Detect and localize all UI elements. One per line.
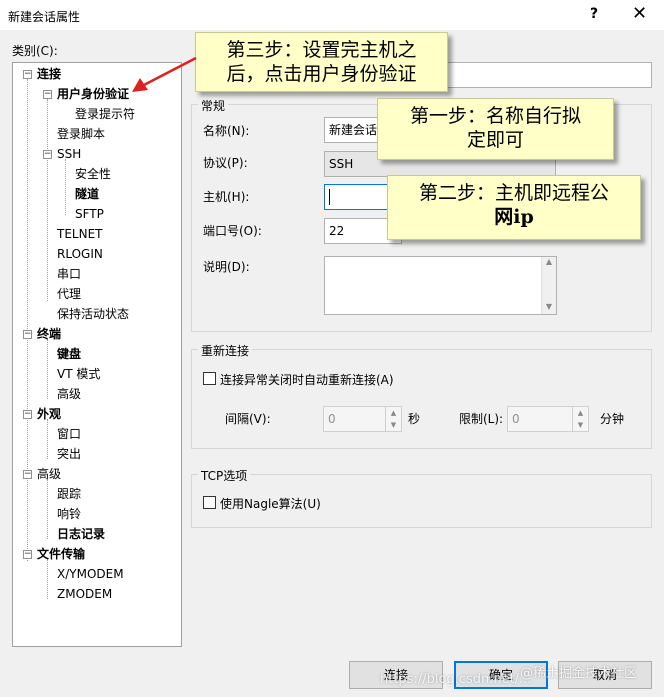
watermark-right: @稀土掘金技术社区 xyxy=(520,666,638,681)
tree-item-sftp[interactable]: SFTP xyxy=(75,205,104,223)
tree-item-file-transfer[interactable]: 文件传输 xyxy=(37,545,85,563)
step2-line1: 第二步：主机即远程公 xyxy=(418,182,609,204)
interval-label: 间隔(V): xyxy=(225,412,271,426)
tree-item-rlogin[interactable]: RLOGIN xyxy=(57,245,103,263)
collapse-icon[interactable]: − xyxy=(23,330,32,339)
tree-item-serial[interactable]: 串口 xyxy=(57,265,81,283)
tree-item-xymodem[interactable]: X/YMODEM xyxy=(57,565,124,583)
category-tree[interactable]: − 连接 − 用户身份验证 登录提示符 登录脚本 − SSH 安全性 隧道 SF… xyxy=(12,62,182,647)
tree-item-highlight[interactable]: 突出 xyxy=(57,445,81,463)
collapse-icon[interactable]: − xyxy=(43,150,52,159)
collapse-icon[interactable]: − xyxy=(23,550,32,559)
limit-label: 限制(L): xyxy=(459,412,504,426)
collapse-icon[interactable]: − xyxy=(23,410,32,419)
help-button[interactable]: ? xyxy=(590,6,598,22)
tree-item-window[interactable]: 窗口 xyxy=(57,425,81,443)
nagle-checkbox[interactable] xyxy=(203,496,216,509)
limit-unit: 分钟 xyxy=(600,412,625,426)
tree-item-bell[interactable]: 响铃 xyxy=(57,505,81,523)
tree-item-advanced-root[interactable]: 高级 xyxy=(37,465,61,483)
tree-item-login-prompt[interactable]: 登录提示符 xyxy=(75,105,135,123)
step3-callout: 第三步：设置完主机之 后，点击用户身份验证 xyxy=(195,32,448,92)
reconnect-group xyxy=(191,349,652,449)
name-label: 名称(N): xyxy=(203,124,250,138)
tree-item-logging[interactable]: 日志记录 xyxy=(57,525,105,543)
step2-line2: 网ip xyxy=(494,206,534,228)
tree-item-keepalive[interactable]: 保持活动状态 xyxy=(57,305,129,323)
description-scrollbar[interactable]: ▲ ▼ xyxy=(541,257,556,314)
description-label: 说明(D): xyxy=(203,260,250,274)
title-bar: 新建会话属性 ? ✕ xyxy=(0,0,664,30)
port-label: 端口号(O): xyxy=(203,224,262,238)
reconnect-group-title: 重新连接 xyxy=(198,342,253,359)
window-title: 新建会话属性 xyxy=(8,10,81,24)
close-button[interactable]: ✕ xyxy=(632,3,647,24)
tree-item-proxy[interactable]: 代理 xyxy=(57,285,81,303)
interval-unit: 秒 xyxy=(408,412,421,426)
red-arrow-icon xyxy=(132,56,197,92)
tree-item-advanced[interactable]: 高级 xyxy=(57,385,81,403)
host-label: 主机(H): xyxy=(203,190,250,204)
nagle-label: 使用Nagle算法(U) xyxy=(220,497,321,511)
limit-spinner[interactable]: ▲ ▼ xyxy=(572,407,588,431)
interval-spinner[interactable]: ▲ ▼ xyxy=(385,407,401,431)
tree-item-telnet[interactable]: TELNET xyxy=(57,225,103,243)
tree-item-login-script[interactable]: 登录脚本 xyxy=(57,125,105,143)
collapse-icon[interactable]: − xyxy=(23,470,32,479)
watermark-left: https://blog.csdn.net/... xyxy=(380,672,532,687)
tree-item-zmodem[interactable]: ZMODEM xyxy=(57,585,112,603)
tree-item-user-auth[interactable]: 用户身份验证 xyxy=(57,85,129,103)
step1-line1: 第一步：名称自行拟 xyxy=(409,105,581,127)
tree-item-security[interactable]: 安全性 xyxy=(75,165,111,183)
collapse-icon[interactable]: − xyxy=(23,70,32,79)
step3-line1: 第三步：设置完主机之 xyxy=(226,39,417,61)
auto-reconnect-checkbox[interactable] xyxy=(203,372,216,385)
step2-callout: 第二步：主机即远程公 网ip xyxy=(387,175,641,240)
tree-item-terminal[interactable]: 终端 xyxy=(37,325,61,343)
collapse-icon[interactable]: − xyxy=(43,90,52,99)
auto-reconnect-label: 连接异常关闭时自动重新连接(A) xyxy=(220,373,394,387)
step1-callout: 第一步：名称自行拟 定即可 xyxy=(377,98,614,160)
tree-item-tunnel[interactable]: 隧道 xyxy=(75,185,99,203)
tree-item-vt-mode[interactable]: VT 模式 xyxy=(57,365,100,383)
general-group-title: 常规 xyxy=(198,97,229,114)
tree-item-keyboard[interactable]: 键盘 xyxy=(57,345,81,363)
step1-line2: 定即可 xyxy=(466,129,524,151)
tcp-group-title: TCP选项 xyxy=(198,467,251,484)
tree-item-ssh[interactable]: SSH xyxy=(57,145,81,163)
category-label: 类别(C): xyxy=(12,44,58,58)
tree-item-connection[interactable]: 连接 xyxy=(37,65,61,83)
step3-line2: 后，点击用户身份验证 xyxy=(226,63,417,85)
description-textarea[interactable]: ▲ ▼ xyxy=(324,256,557,315)
tree-item-appearance[interactable]: 外观 xyxy=(37,405,61,423)
tree-item-trace[interactable]: 跟踪 xyxy=(57,485,81,503)
protocol-label: 协议(P): xyxy=(203,156,248,170)
connection-header-field xyxy=(440,62,652,88)
